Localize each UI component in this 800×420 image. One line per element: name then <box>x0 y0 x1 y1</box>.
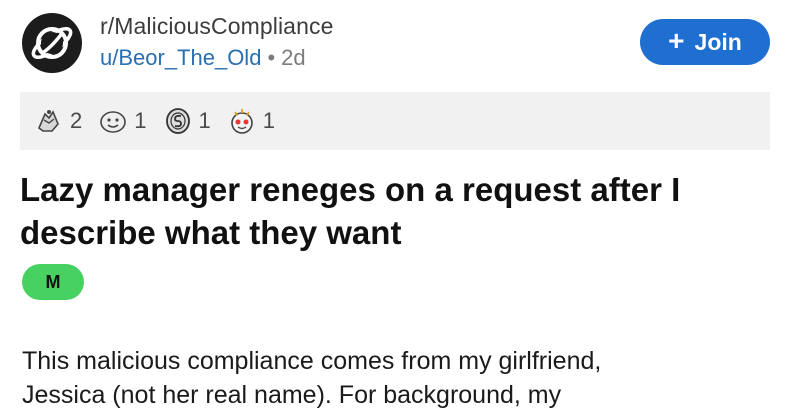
subreddit-name[interactable]: r/MaliciousCompliance <box>100 13 333 40</box>
wholesome-icon <box>227 106 257 136</box>
post-title[interactable]: Lazy manager reneges on a request after … <box>20 168 780 254</box>
join-button[interactable]: + Join <box>640 19 770 65</box>
post-body: This malicious compliance comes from my … <box>22 344 782 412</box>
smiley-face-icon <box>98 106 128 136</box>
awards-bar[interactable]: 2 1 1 1 <box>20 92 770 150</box>
award-count: 1 <box>198 108 211 133</box>
username-link[interactable]: u/Beor_The_Old <box>100 45 261 70</box>
award-item[interactable]: 1 <box>98 106 147 136</box>
award-item[interactable]: 1 <box>227 106 275 136</box>
body-line: This malicious compliance comes from my … <box>22 347 602 375</box>
award-count: 1 <box>262 108 275 133</box>
award-count: 2 <box>70 108 83 133</box>
planet-icon <box>31 27 73 59</box>
award-item[interactable]: 1 <box>163 106 211 136</box>
post-header: r/MaliciousCompliance u/Beor_The_Old • 2d … <box>0 0 800 90</box>
post-age: 2d <box>281 45 306 70</box>
join-label: Join <box>694 28 742 55</box>
silver-coin-icon <box>163 106 193 136</box>
plus-icon: + <box>668 24 685 56</box>
body-line: Jessica (not her real name). For backgro… <box>22 381 562 409</box>
award-count: 1 <box>134 108 147 133</box>
post-flair[interactable]: M <box>22 264 84 300</box>
post-meta: u/Beor_The_Old • 2d <box>100 45 306 71</box>
subreddit-icon[interactable] <box>22 13 82 73</box>
meta-separator: • <box>267 45 276 70</box>
award-item[interactable]: 2 <box>34 106 82 136</box>
gold-hands-icon <box>34 106 64 136</box>
